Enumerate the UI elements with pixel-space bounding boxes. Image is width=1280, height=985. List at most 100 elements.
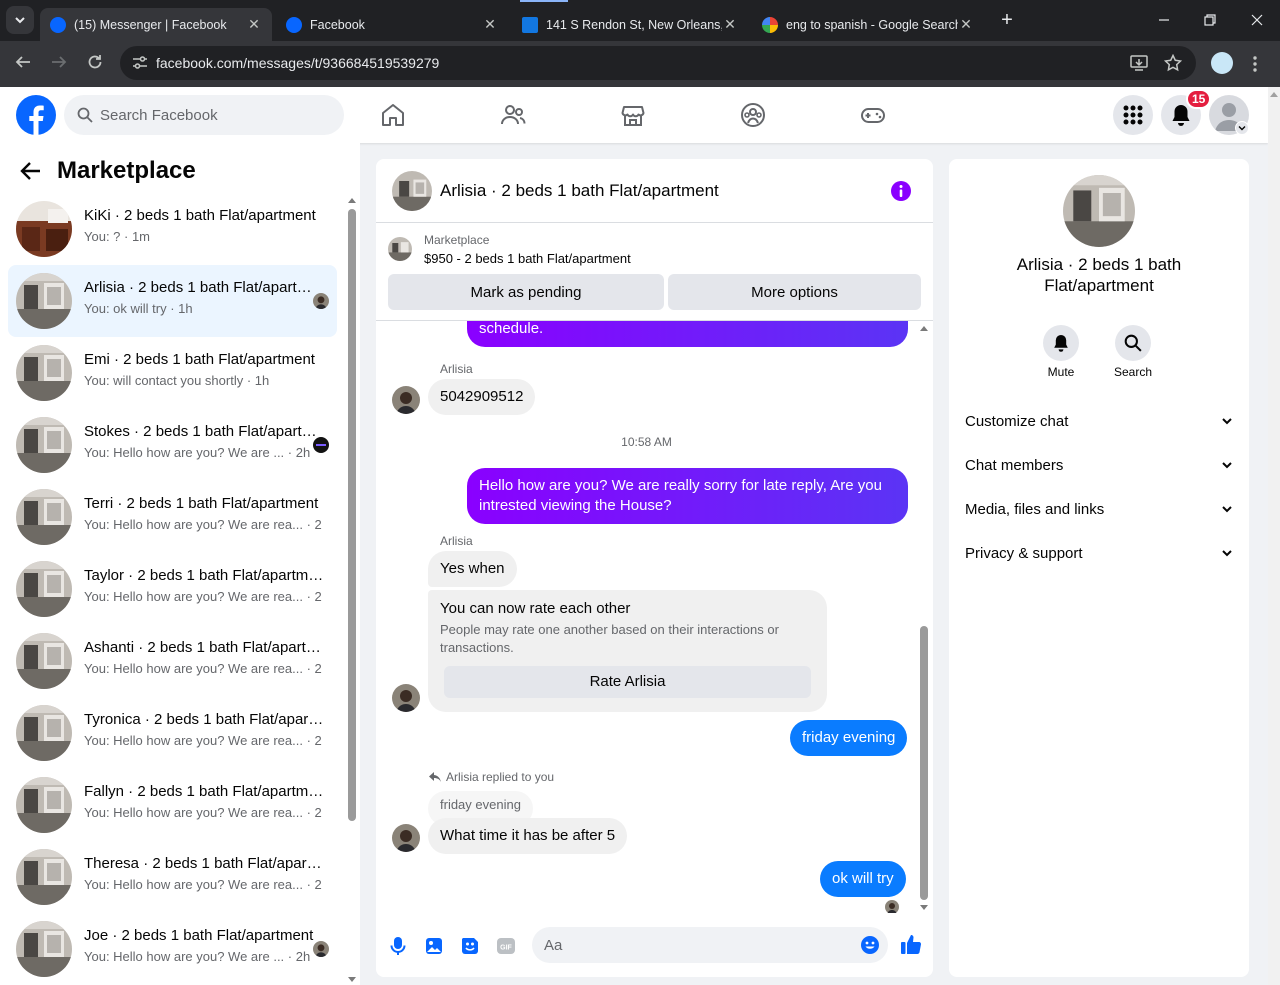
message-input[interactable]: Aa xyxy=(532,927,888,963)
back-arrow-icon[interactable] xyxy=(20,161,42,181)
browser-menu-icon[interactable] xyxy=(1252,55,1258,73)
left-scrollbar-track[interactable] xyxy=(346,195,358,985)
incoming-message[interactable]: Yes when xyxy=(428,551,517,587)
arlisia-avatar[interactable] xyxy=(392,824,420,852)
rate-arlisia-button[interactable]: Rate Arlisia xyxy=(444,666,811,698)
apartment-photo-icon xyxy=(16,777,72,833)
conversation-item[interactable]: Fallyn · 2 beds 1 bath Flat/apartment You… xyxy=(8,769,337,841)
conversation-item[interactable]: Arlisia · 2 beds 1 bath Flat/apartment Yo… xyxy=(8,265,337,337)
profile-avatar[interactable] xyxy=(1211,52,1233,74)
mute-button[interactable] xyxy=(1043,325,1079,361)
contact-avatar[interactable] xyxy=(1063,175,1135,247)
outgoing-message[interactable]: Hello how are you? We are really sorry f… xyxy=(467,468,908,524)
chat-listing-avatar[interactable] xyxy=(392,171,432,211)
incoming-message[interactable]: 5042909512 xyxy=(428,379,536,415)
microphone-icon[interactable] xyxy=(390,936,406,956)
facebook-favicon-icon xyxy=(50,16,66,33)
home-icon[interactable] xyxy=(379,101,407,129)
emoji-icon[interactable] xyxy=(860,935,880,955)
media-files-links-section[interactable]: Media, files and links xyxy=(965,487,1233,531)
back-arrow-icon[interactable] xyxy=(14,53,32,71)
scroll-up-arrow-icon[interactable] xyxy=(348,197,356,203)
close-window-icon[interactable] xyxy=(1251,14,1263,26)
search-in-chat-button[interactable] xyxy=(1115,325,1151,361)
customize-chat-section[interactable]: Customize chat xyxy=(965,399,1233,443)
tab-search-button[interactable] xyxy=(6,6,34,34)
tab-google[interactable]: eng to spanish - Google Search ✕ xyxy=(752,8,984,41)
chat-scrollbar-thumb[interactable] xyxy=(920,626,928,900)
conversation-item[interactable]: Taylor · 2 beds 1 bath Flat/apartment You… xyxy=(8,553,337,625)
left-scrollbar-thumb[interactable] xyxy=(348,209,356,821)
outgoing-message[interactable]: friday evening xyxy=(790,720,908,756)
photo-icon[interactable] xyxy=(424,936,444,956)
restore-icon[interactable] xyxy=(1204,14,1216,26)
svg-text:GIF: GIF xyxy=(500,945,512,952)
apartment-photo-icon xyxy=(16,705,72,761)
outgoing-message[interactable]: ok will try xyxy=(820,861,906,897)
outgoing-message[interactable]: schedule. xyxy=(467,321,908,347)
thumbs-up-icon[interactable] xyxy=(900,933,922,955)
privacy-support-section[interactable]: Privacy & support xyxy=(965,531,1233,575)
friends-icon[interactable] xyxy=(499,101,527,129)
arlisia-avatar[interactable] xyxy=(392,684,420,712)
conversation-item[interactable]: Tyronica · 2 beds 1 bath Flat/apartment Y… xyxy=(8,697,337,769)
tab-messenger[interactable]: (15) Messenger | Facebook ✕ xyxy=(40,8,272,41)
close-tab-icon[interactable]: ✕ xyxy=(722,16,738,33)
gaming-icon[interactable] xyxy=(859,101,887,129)
listing-description[interactable]: $950 - 2 beds 1 bath Flat/apartment xyxy=(424,251,631,266)
conversation-preview: You: Hello how are you? We are rea... · … xyxy=(84,589,322,604)
marketplace-listing-bar: Marketplace $950 - 2 beds 1 bath Flat/ap… xyxy=(376,223,933,321)
reload-icon[interactable] xyxy=(86,53,104,71)
groups-icon[interactable] xyxy=(739,101,767,129)
conversation-item[interactable]: Joe · 2 beds 1 bath Flat/apartment You: H… xyxy=(8,913,337,985)
facebook-logo-icon[interactable] xyxy=(16,95,56,135)
conversation-item[interactable]: Terri · 2 beds 1 bath Flat/apartment You:… xyxy=(8,481,337,553)
person-photo-icon xyxy=(392,684,420,712)
scroll-down-arrow-icon[interactable] xyxy=(348,977,356,983)
arlisia-avatar[interactable] xyxy=(392,386,420,414)
sticker-icon[interactable] xyxy=(460,936,480,956)
address-bar[interactable]: facebook.com/messages/t/936684519539279 xyxy=(120,46,1196,80)
scroll-down-arrow-icon[interactable] xyxy=(920,905,928,911)
chat-scrollbar-track[interactable] xyxy=(917,321,931,913)
chat-title[interactable]: Arlisia · 2 beds 1 bath Flat/apartment xyxy=(440,181,719,201)
facebook-search-input[interactable]: Search Facebook xyxy=(64,95,344,135)
tab-zillow[interactable]: 141 S Rendon St, New Orleans, ✕ xyxy=(512,8,748,41)
conversation-preview: You: Hello how are you? We are ... · 2h xyxy=(84,445,311,460)
incoming-message[interactable]: What time it has be after 5 xyxy=(428,818,628,854)
new-tab-button[interactable]: + xyxy=(996,8,1018,32)
mark-as-pending-button[interactable]: Mark as pending xyxy=(388,274,664,310)
conversation-item[interactable]: Theresa · 2 beds 1 bath Flat/apartment Yo… xyxy=(8,841,337,913)
close-tab-icon[interactable]: ✕ xyxy=(482,16,498,33)
page-scrollbar[interactable] xyxy=(1268,87,1280,985)
chevron-down-icon xyxy=(15,17,25,24)
message-timestamp: 10:58 AM xyxy=(621,435,672,449)
gif-icon[interactable]: GIF xyxy=(496,936,516,956)
install-app-icon[interactable] xyxy=(1130,55,1148,71)
bookmark-star-icon[interactable] xyxy=(1164,54,1182,72)
message-composer: GIF Aa xyxy=(376,913,933,977)
scroll-up-arrow-icon[interactable] xyxy=(920,325,928,331)
conversation-details-panel: Arlisia · 2 beds 1 bath Flat/apartment M… xyxy=(949,159,1249,977)
minimize-icon[interactable] xyxy=(1158,14,1170,26)
account-dropdown-icon[interactable] xyxy=(1235,121,1249,135)
info-icon[interactable] xyxy=(890,180,912,202)
conversation-item[interactable]: KiKi · 2 beds 1 bath Flat/apartment You: … xyxy=(8,193,337,265)
conversation-item[interactable]: Emi · 2 beds 1 bath Flat/apartment You: w… xyxy=(8,337,337,409)
tab-facebook[interactable]: Facebook ✕ xyxy=(276,8,508,41)
conversation-item[interactable]: Ashanti · 2 beds 1 bath Flat/apartment Yo… xyxy=(8,625,337,697)
conversation-preview: You: Hello how are you? We are rea... · … xyxy=(84,517,322,532)
more-options-button[interactable]: More options xyxy=(668,274,921,310)
menu-button[interactable] xyxy=(1113,95,1153,135)
site-settings-icon[interactable] xyxy=(132,56,148,70)
listing-avatar xyxy=(16,345,72,401)
apartment-photo-icon xyxy=(16,273,72,329)
forward-arrow-icon[interactable] xyxy=(50,53,68,71)
conversation-item[interactable]: Stokes · 2 beds 1 bath Flat/apartment You… xyxy=(8,409,337,481)
marketplace-icon[interactable] xyxy=(619,101,647,129)
scroll-up-arrow-icon[interactable] xyxy=(1270,91,1278,97)
close-tab-icon[interactable]: ✕ xyxy=(958,16,974,33)
chat-members-section[interactable]: Chat members xyxy=(965,443,1233,487)
listing-thumbnail[interactable] xyxy=(388,237,412,261)
close-tab-icon[interactable]: ✕ xyxy=(246,16,262,33)
